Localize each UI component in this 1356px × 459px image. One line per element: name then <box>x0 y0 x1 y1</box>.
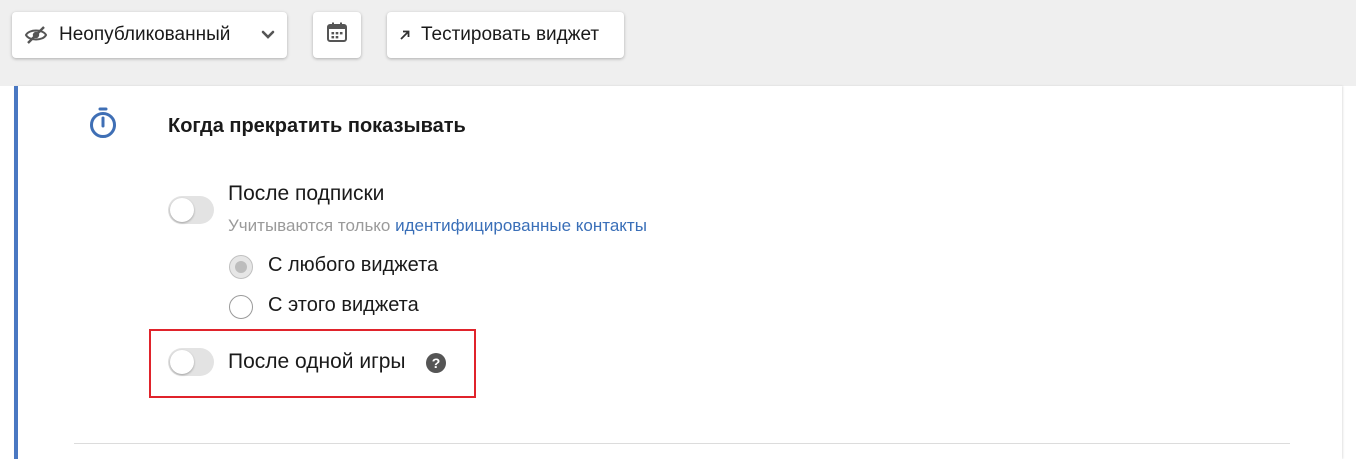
stopwatch-icon <box>88 106 118 140</box>
identified-contacts-hint: Учитываются только идентифицированные ко… <box>228 216 647 236</box>
publish-status-dropdown[interactable]: Неопубликованный <box>12 12 287 58</box>
radio-this-widget[interactable] <box>229 295 253 319</box>
section-title: Когда прекратить показывать <box>168 115 466 137</box>
chevron-down-icon <box>261 30 275 40</box>
toggle-knob <box>170 198 194 222</box>
toggle-knob <box>170 350 194 374</box>
identified-contacts-link[interactable]: идентифицированные контакты <box>395 216 647 235</box>
schedule-button[interactable] <box>313 12 361 58</box>
top-toolbar: Неопубликованный Тестировать виджет <box>0 0 1356 86</box>
radio-this-widget-label: С этого виджета <box>268 294 419 316</box>
after-one-game-label: После одной игры <box>228 350 406 373</box>
eye-slash-icon <box>24 25 48 45</box>
question-circle-icon[interactable]: ? <box>426 353 446 373</box>
test-widget-label: Тестировать виджет <box>421 24 600 45</box>
publish-status-label: Неопубликованный <box>59 24 231 45</box>
hint-text: Учитываются только <box>228 216 396 235</box>
section-divider <box>74 443 1290 444</box>
radio-any-widget[interactable] <box>229 255 253 279</box>
external-arrow-icon <box>399 29 411 41</box>
radio-any-widget-label: С любого виджета <box>268 254 439 276</box>
after-one-game-toggle[interactable] <box>168 348 214 376</box>
after-subscription-toggle[interactable] <box>168 196 214 224</box>
calendar-icon <box>326 21 348 49</box>
after-subscription-label: После подписки <box>228 182 385 205</box>
test-widget-button[interactable]: Тестировать виджет <box>387 12 624 58</box>
stop-showing-panel <box>14 86 1342 459</box>
